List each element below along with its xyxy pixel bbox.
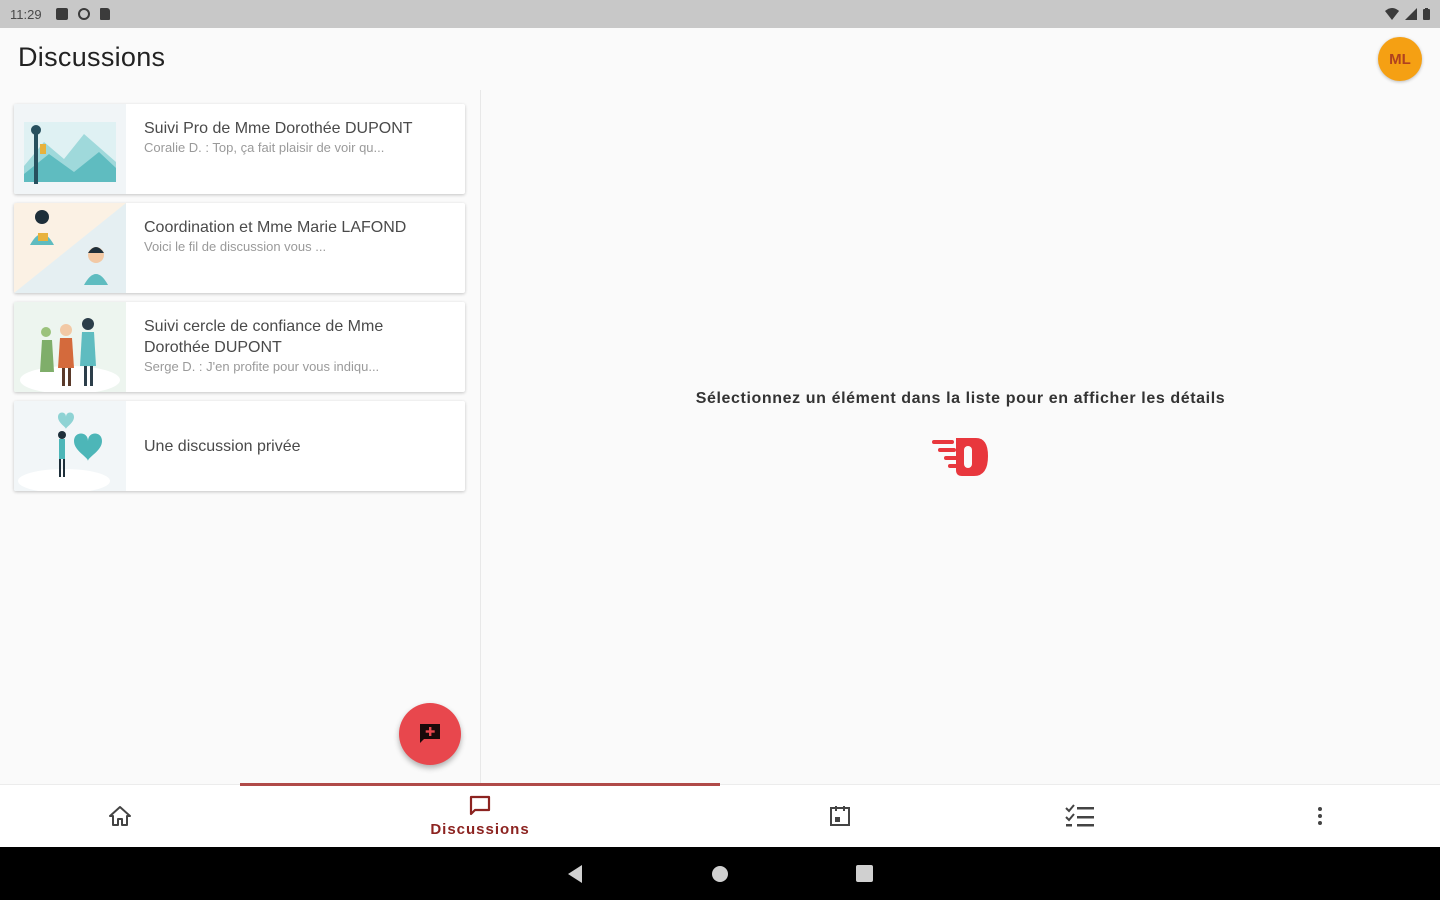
nav-item-tasks[interactable]: [960, 785, 1200, 847]
family-illustration-icon: [14, 302, 126, 392]
nav-item-home[interactable]: [0, 785, 240, 847]
pointing-hand-icon: [932, 438, 988, 476]
battery-icon: [1423, 8, 1430, 20]
nav-item-calendar[interactable]: [720, 785, 960, 847]
recents-icon[interactable]: [855, 864, 875, 884]
discussion-item[interactable]: Suivi cercle de confiance de Mme Dorothé…: [14, 302, 465, 392]
home-button-icon[interactable]: [710, 864, 730, 884]
nav-item-discussions[interactable]: Discussions: [240, 785, 720, 847]
add-comment-icon: [420, 724, 440, 743]
calendar-icon: [830, 806, 850, 826]
home-icon: [109, 806, 131, 826]
system-navigation-bar: [0, 847, 1440, 900]
discussion-thumbnail-private: [14, 401, 126, 491]
discussion-thumbnail-professional: [14, 104, 126, 194]
discussion-preview: Serge D. : J'en profite pour vous indiqu…: [144, 359, 380, 374]
back-icon[interactable]: [566, 864, 584, 884]
discussion-preview: Voici le fil de discussion vous ...: [144, 239, 327, 254]
new-discussion-button[interactable]: [399, 703, 461, 765]
avatar[interactable]: ML: [1378, 37, 1422, 81]
people-illustration-icon: [14, 203, 126, 293]
page-title: Discussions: [18, 42, 166, 72]
heart-illustration-icon: [14, 401, 126, 491]
checklist-icon: [1065, 804, 1094, 827]
discussion-title: Coordination et Mme Marie LAFOND: [144, 219, 407, 236]
discussion-item[interactable]: Une discussion privée: [14, 401, 465, 491]
discussion-item[interactable]: Suivi Pro de Mme Dorothée DUPONT Coralie…: [14, 104, 465, 194]
nav-label-discussions: Discussions: [430, 821, 530, 838]
bottom-navigation: Discussions: [0, 783, 1440, 847]
nav-item-more[interactable]: [1200, 785, 1440, 847]
sd-card-icon: [99, 8, 110, 20]
more-vert-icon: [1318, 807, 1322, 825]
cell-signal-icon: [1405, 8, 1417, 20]
discussion-title: Suivi Pro de Mme Dorothée DUPONT: [144, 120, 413, 137]
pane-divider: [480, 90, 481, 784]
discussion-thumbnail-family: [14, 302, 126, 392]
discussion-preview: Coralie D. : Top, ça fait plaisir de voi…: [144, 140, 385, 155]
sync-icon: [77, 8, 90, 20]
empty-detail-message: Sélectionnez un élément dans la liste po…: [695, 390, 1226, 407]
mountain-illustration-icon: [14, 104, 126, 194]
chat-icon: [469, 795, 491, 816]
discussion-title: Une discussion privée: [144, 437, 301, 455]
discussion-title: Suivi cercle de confiance de Mme Dorothé…: [144, 318, 384, 356]
discussion-thumbnail-coordination: [14, 203, 126, 293]
status-bar: 11:29: [0, 0, 1440, 28]
wifi-icon: [1385, 8, 1399, 20]
status-time: 11:29: [10, 6, 42, 22]
discussion-item[interactable]: Coordination et Mme Marie LAFOND Voici l…: [14, 203, 465, 293]
notification-icon: [55, 8, 68, 20]
